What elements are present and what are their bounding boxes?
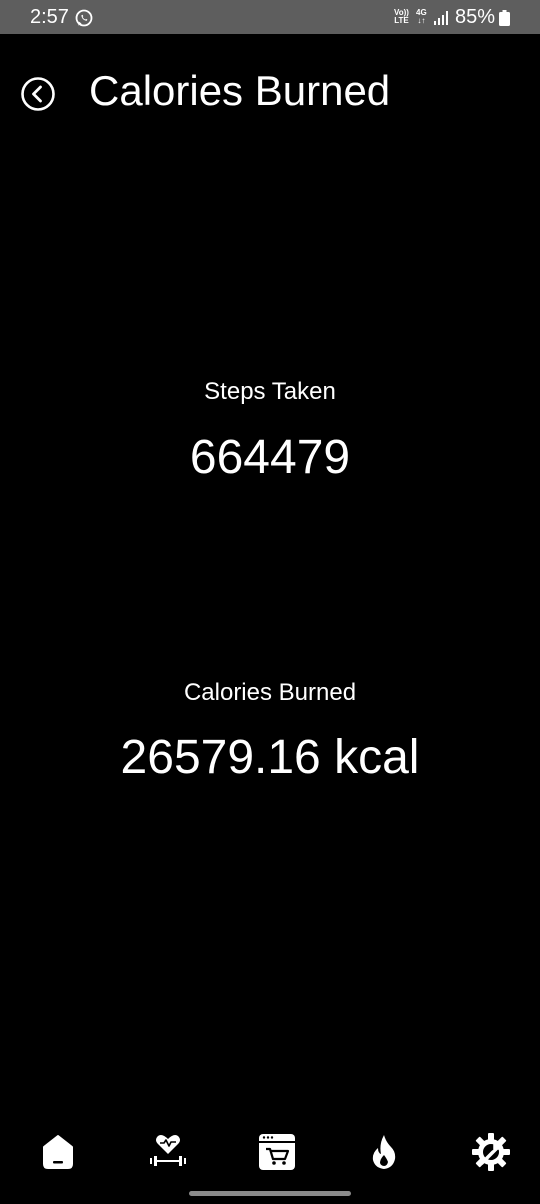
whatsapp-icon <box>75 9 93 27</box>
battery-percent: 85% <box>455 6 496 28</box>
steps-value: 664479 <box>189 431 351 484</box>
flame-icon <box>372 1135 396 1169</box>
volte-indicator: Vo)) LTE <box>394 8 409 25</box>
network-indicator: 4G ↓↑ <box>416 8 427 25</box>
nav-settings[interactable] <box>469 1130 513 1174</box>
calories-label: Calories Burned <box>183 679 357 706</box>
calories-value: 26579.16 kcal <box>120 731 420 784</box>
nav-shop[interactable] <box>255 1130 299 1174</box>
steps-label: Steps Taken <box>204 378 336 405</box>
nav-fitness[interactable] <box>146 1130 190 1174</box>
signal-icon <box>434 11 448 25</box>
shop-cart-icon <box>259 1134 295 1170</box>
status-time: 2:57 <box>30 6 69 28</box>
settings-wrench-icon <box>472 1133 510 1171</box>
home-indicator[interactable] <box>189 1191 351 1196</box>
home-icon <box>43 1135 73 1169</box>
fitness-heart-dumbbell-icon <box>150 1135 186 1166</box>
battery-icon <box>499 10 510 26</box>
chevron-left-circle-icon <box>21 77 55 111</box>
nav-calories[interactable] <box>362 1130 406 1174</box>
back-button[interactable] <box>20 76 56 112</box>
page-title: Calories Burned <box>89 67 391 114</box>
nav-home[interactable] <box>36 1130 80 1174</box>
status-bar: 2:57 Vo)) LTE 4G ↓↑ 85% <box>0 0 540 34</box>
